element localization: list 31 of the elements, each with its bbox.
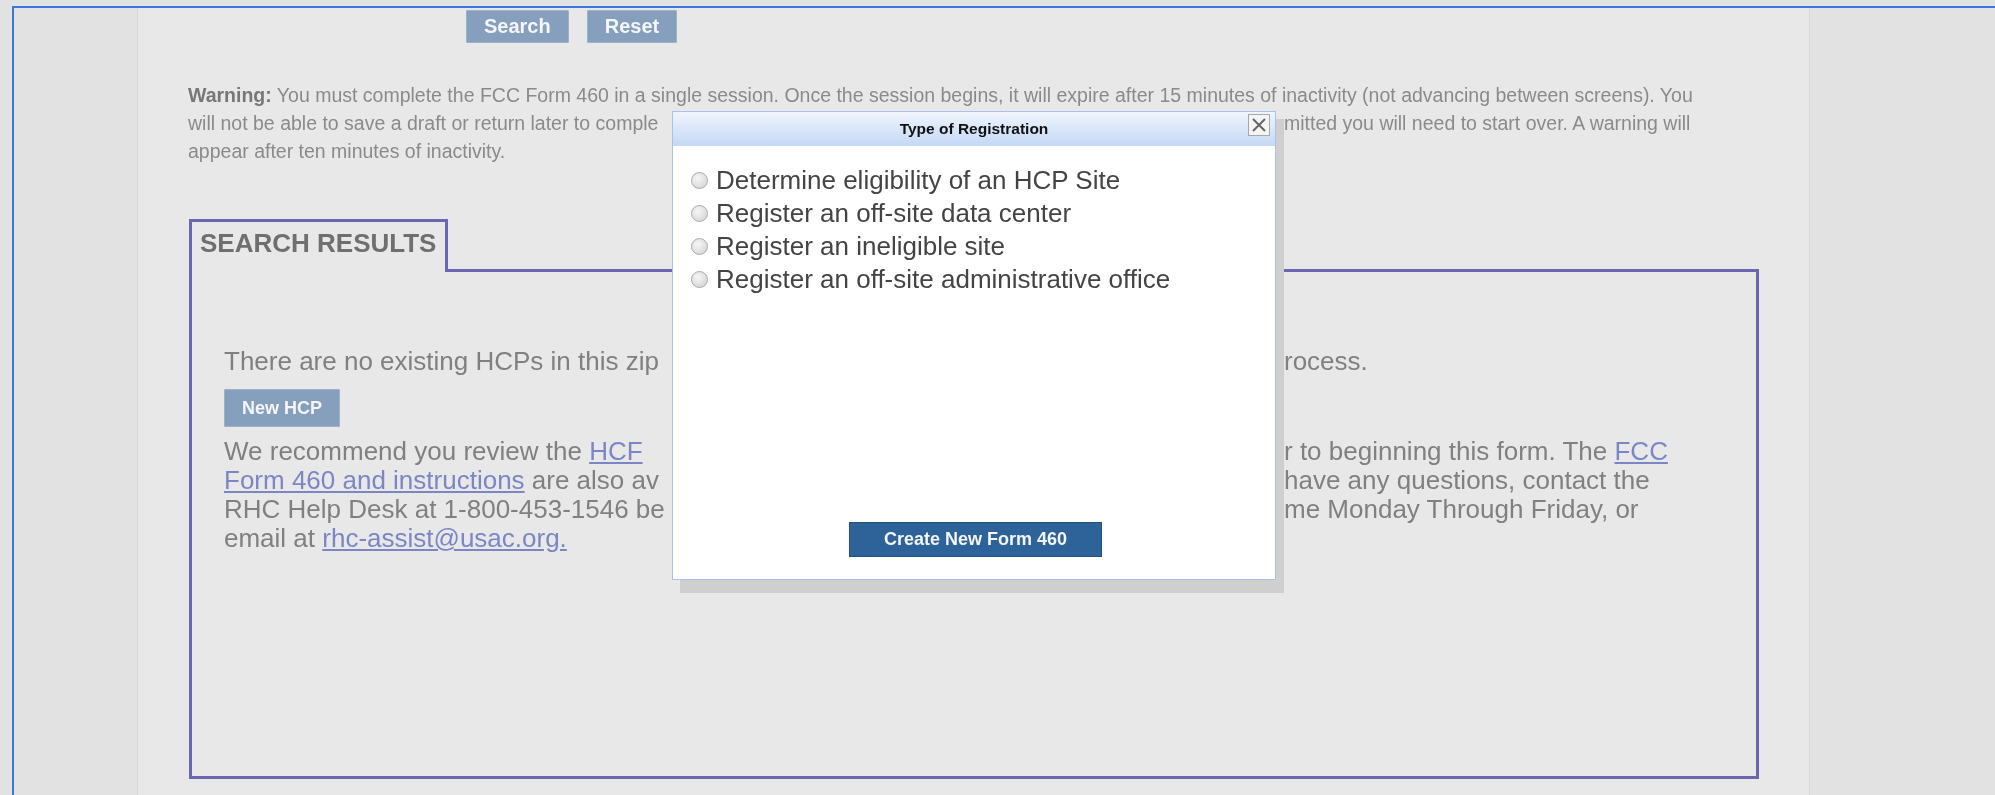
toolbar-button[interactable]: Reset <box>586 10 678 43</box>
link[interactable]: Form 460 and instructions <box>224 465 525 495</box>
link[interactable]: HCF <box>589 436 643 466</box>
option-label: Determine eligibility of an HCP Site <box>716 165 1121 196</box>
warning-text: will not be able to save a draft or return later to comple <box>188 111 660 136</box>
close-icon[interactable] <box>1248 114 1270 136</box>
toolbar-button[interactable]: Search <box>466 10 569 43</box>
create-form-button[interactable]: Create New Form 460 <box>849 522 1102 557</box>
radio-button[interactable] <box>691 271 708 288</box>
option-label: Register an ineligible site <box>716 231 1006 262</box>
paragraph-text: We recommend you review the HCF <box>224 437 644 466</box>
warning-text: Warning: You must complete the FCC Form 460 in a single session. Once the session begins, it will expire after 15 minutes of inactivity (not advancing between screens). You <box>188 83 1694 108</box>
paragraph-text: me Monday Through Friday, or <box>1284 495 1640 524</box>
dialog-title: Type of Registration <box>899 120 1049 138</box>
paragraph-text: RHC Help Desk at 1-800-453-1546 be <box>224 495 666 524</box>
link[interactable]: rhc-assist@usac.org. <box>322 523 567 553</box>
message-text: There are no existing HCPs in this zip <box>224 346 660 377</box>
paragraph-text: email at rhc-assist@usac.org. <box>224 524 568 553</box>
option-label: Register an off-site administrative office <box>716 264 1171 295</box>
radio-button[interactable] <box>691 238 708 255</box>
option-label: Register an off-site data center <box>716 198 1072 229</box>
message-text: rocess. <box>1284 346 1369 377</box>
warning-text: appear after ten minutes of inactivity. <box>188 139 507 164</box>
link[interactable]: FCC <box>1614 436 1668 466</box>
paragraph-text: Form 460 and instructions are also av <box>224 466 660 495</box>
paragraph-text: r to beginning this form. The FCC <box>1284 437 1669 466</box>
new-hcp-button[interactable]: New HCP <box>224 389 340 427</box>
radio-button[interactable] <box>691 172 708 189</box>
warning-text: mitted you will need to start over. A warning will <box>1284 111 1692 136</box>
radio-button[interactable] <box>691 205 708 222</box>
paragraph-text: have any questions, contact the <box>1284 466 1651 495</box>
